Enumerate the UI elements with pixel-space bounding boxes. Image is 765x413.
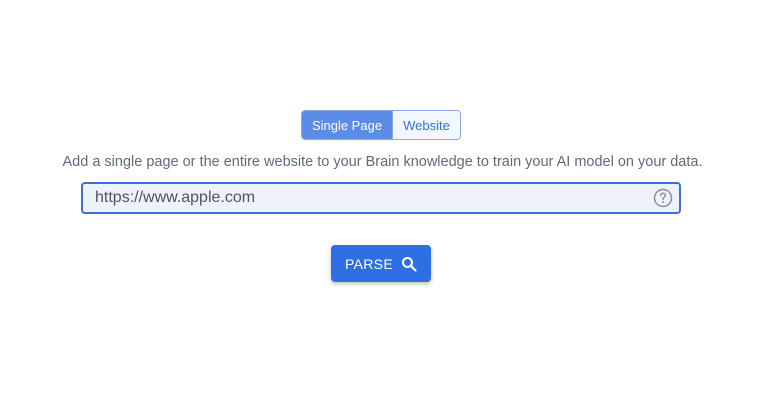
parse-button-label: PARSE <box>345 255 393 272</box>
url-field <box>81 182 681 214</box>
question-circle-icon[interactable] <box>653 188 673 208</box>
search-icon <box>401 256 417 272</box>
single-page-toggle[interactable]: Single Page <box>302 111 392 139</box>
url-input[interactable] <box>83 184 653 212</box>
parse-page: Single Page Website Add a single page or… <box>0 0 765 413</box>
mode-toggle-group: Single Page Website <box>301 110 461 140</box>
website-toggle[interactable]: Website <box>392 111 460 139</box>
description-text: Add a single page or the entire website … <box>62 154 703 170</box>
parse-button[interactable]: PARSE <box>331 245 431 282</box>
